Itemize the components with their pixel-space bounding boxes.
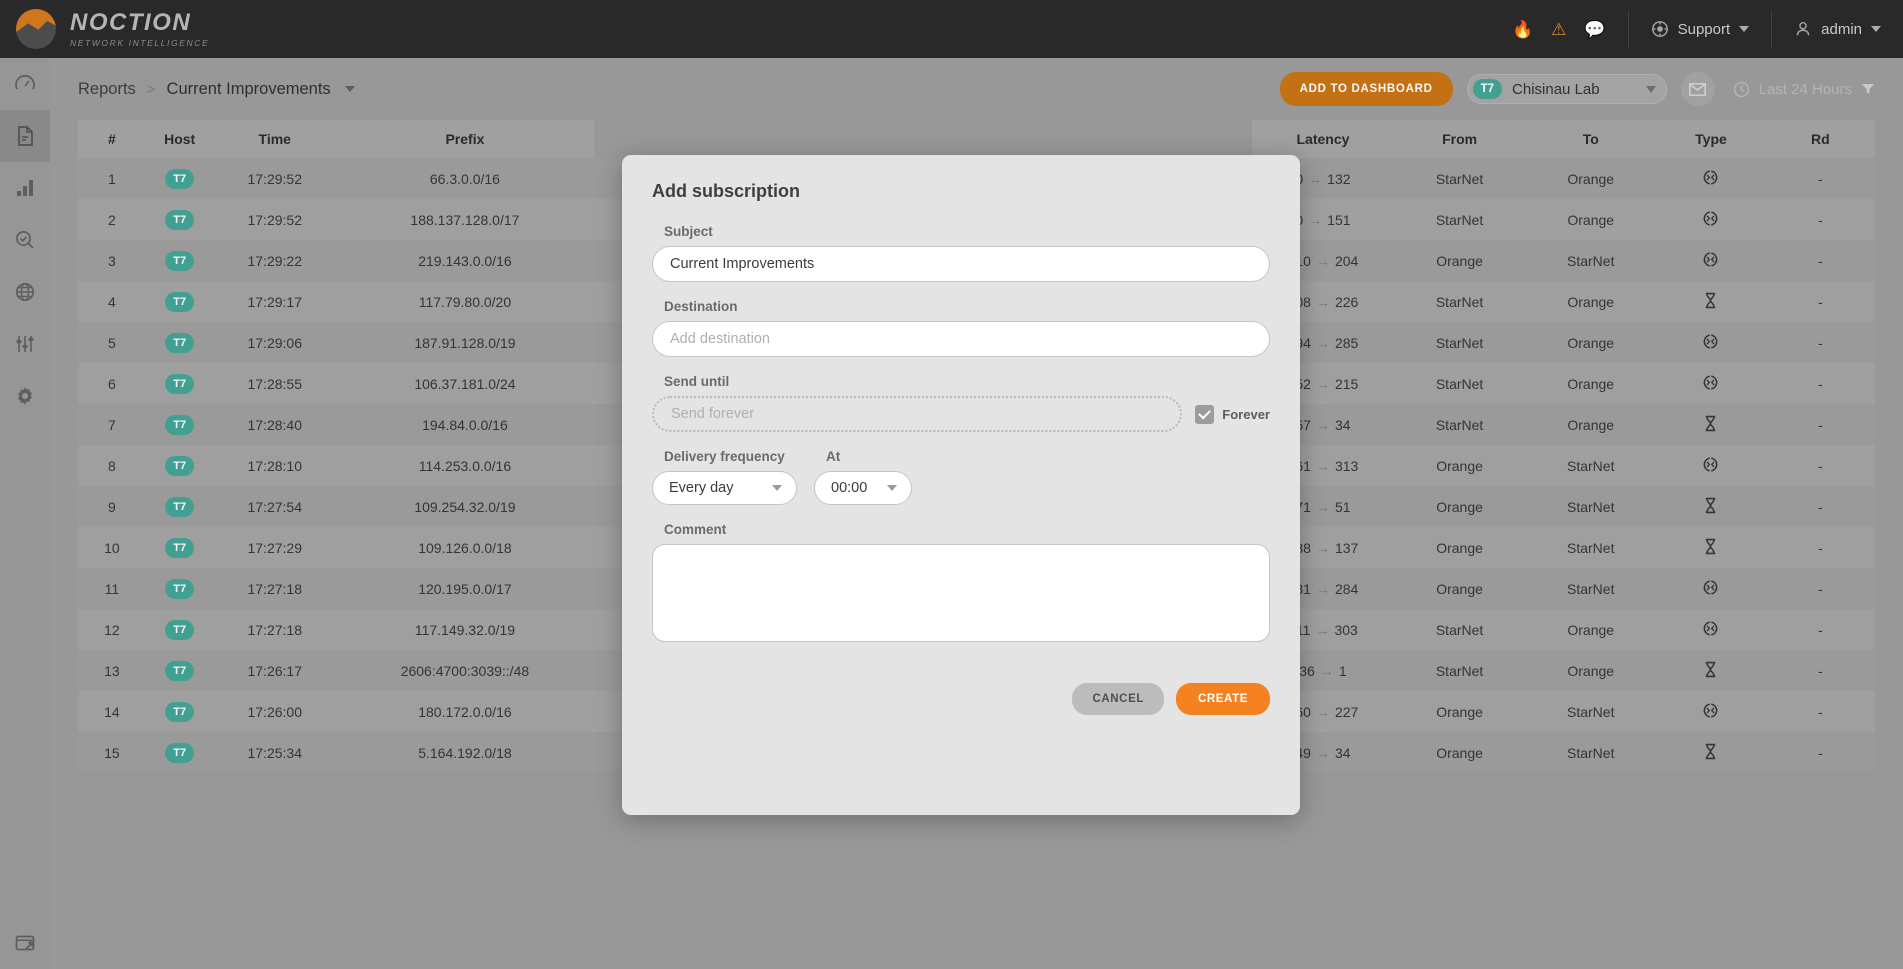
forever-label: Forever: [1222, 406, 1270, 422]
forever-checkbox[interactable]: [1195, 404, 1215, 424]
send-until-input[interactable]: [652, 396, 1183, 432]
at-time-value: 00:00: [831, 480, 868, 496]
add-subscription-dialog: Add subscription Subject Destination Sen…: [622, 155, 1300, 815]
delivery-frequency-label: Delivery frequency: [664, 449, 785, 464]
send-until-field-group: Send until Forever: [652, 374, 1270, 432]
dialog-title: Add subscription: [652, 181, 800, 201]
dialog-actions: CANCEL CREATE: [652, 683, 1270, 715]
send-until-row: Forever: [652, 396, 1270, 432]
modal-overlay[interactable]: Add subscription Subject Destination Sen…: [0, 0, 1903, 969]
delivery-frequency-value: Every day: [669, 480, 734, 496]
chevron-down-icon: [772, 485, 782, 491]
destination-label: Destination: [664, 299, 738, 314]
cancel-button[interactable]: CANCEL: [1072, 683, 1164, 715]
comment-textarea[interactable]: [652, 544, 1270, 642]
subject-label: Subject: [664, 224, 713, 239]
comment-field-group: Comment: [652, 522, 1270, 647]
create-button[interactable]: CREATE: [1175, 683, 1270, 715]
at-time-select[interactable]: 00:00: [814, 471, 912, 505]
at-time-group: At 00:00: [814, 449, 912, 505]
destination-input[interactable]: [652, 321, 1270, 357]
send-until-label: Send until: [664, 374, 730, 389]
subject-field-group: Subject: [652, 224, 1270, 282]
at-label: At: [826, 449, 841, 464]
destination-field-group: Destination: [652, 299, 1270, 357]
frequency-row: Delivery frequency Every day At 00:00: [652, 449, 1270, 505]
comment-label: Comment: [664, 522, 727, 537]
delivery-frequency-group: Delivery frequency Every day: [652, 449, 797, 505]
chevron-down-icon: [887, 485, 897, 491]
delivery-frequency-select[interactable]: Every day: [652, 471, 797, 505]
app-root: NOCTION NETWORK INTELLIGENCE 🔥 ⚠ 💬 Suppo…: [0, 0, 1903, 969]
subject-input[interactable]: [652, 246, 1270, 282]
forever-checkbox-group[interactable]: Forever: [1195, 404, 1270, 424]
